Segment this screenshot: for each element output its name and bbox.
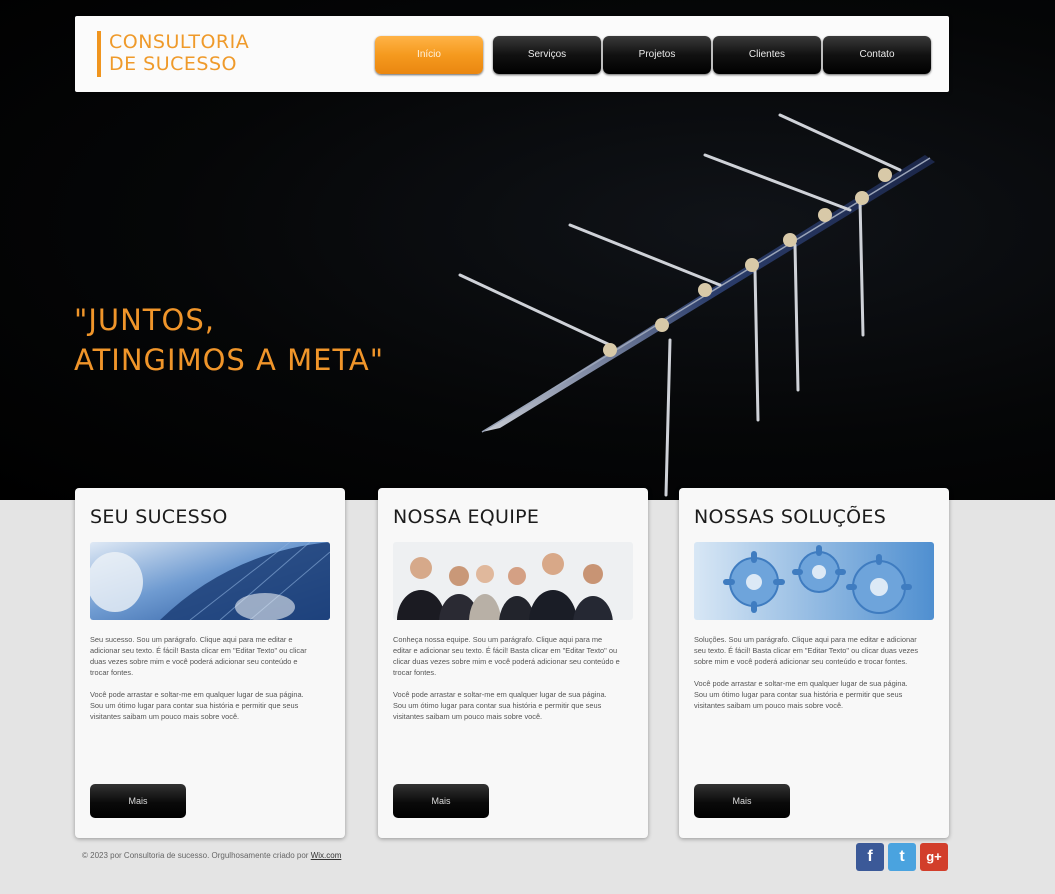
card-seu-sucesso: SEU SUCESSO Seu sucesso. Sou um parágraf… (75, 488, 345, 838)
nav-item-projetos[interactable]: Projetos (603, 36, 711, 74)
nav-item-inicio[interactable]: Início (375, 36, 483, 74)
facebook-icon[interactable]: f (856, 843, 884, 871)
footer-link[interactable]: Wix.com (311, 851, 342, 860)
card-paragraph-2: Você pode arrastar e soltar-me em qualqu… (694, 679, 908, 710)
footer-text: © 2023 por Consultoria de sucesso. Orgul… (82, 851, 309, 860)
more-button[interactable]: Mais (90, 784, 186, 818)
googleplus-icon[interactable]: g+ (920, 843, 948, 871)
card-nossas-solucoes: NOSSAS SOLUÇÕES Soluções. Sou um parágra… (679, 488, 949, 838)
more-button[interactable]: Mais (393, 784, 489, 818)
tagline-line-1: "JUNTOS, (74, 303, 215, 337)
nav-item-servicos[interactable]: Serviços (493, 36, 601, 74)
logo-line-2: DE SUCESSO (109, 53, 237, 75)
more-button[interactable]: Mais (694, 784, 790, 818)
logo-line-1: CONSULTORIA (109, 31, 250, 53)
card-paragraph-2: Você pode arrastar e soltar-me em qualqu… (90, 690, 304, 721)
card-paragraph-1: Soluções. Sou um parágrafo. Clique aqui … (694, 635, 919, 666)
hero-tagline: "JUNTOS, ATINGIMOS A META" (74, 300, 384, 380)
card-text: Seu sucesso. Sou um parágrafo. Clique aq… (90, 634, 318, 733)
card-title: NOSSAS SOLUÇÕES (694, 506, 887, 528)
building-image (90, 542, 330, 620)
nav-item-contato[interactable]: Contato (823, 36, 931, 74)
card-text: Soluções. Sou um parágrafo. Clique aqui … (694, 634, 922, 722)
gears-image (694, 542, 934, 620)
team-image (393, 542, 633, 620)
card-nossa-equipe: NOSSA EQUIPE Conheça nossa equipe. Sou u… (378, 488, 648, 838)
footer-copyright: © 2023 por Consultoria de sucesso. Orgul… (82, 851, 341, 860)
card-text: Conheça nossa equipe. Sou um parágrafo. … (393, 634, 621, 733)
card-title: SEU SUCESSO (90, 506, 228, 528)
card-title: NOSSA EQUIPE (393, 506, 540, 528)
rowing-boat-image (458, 113, 935, 497)
site-header: CONSULTORIA DE SUCESSO Início Serviços P… (75, 16, 949, 92)
site-logo[interactable]: CONSULTORIA DE SUCESSO (97, 31, 249, 77)
tagline-line-2: ATINGIMOS A META" (74, 343, 385, 377)
card-paragraph-1: Seu sucesso. Sou um parágrafo. Clique aq… (90, 635, 307, 677)
nav-item-clientes[interactable]: Clientes (713, 36, 821, 74)
card-paragraph-2: Você pode arrastar e soltar-me em qualqu… (393, 690, 607, 721)
twitter-icon[interactable]: t (888, 843, 916, 871)
card-paragraph-1: Conheça nossa equipe. Sou um parágrafo. … (393, 635, 620, 677)
